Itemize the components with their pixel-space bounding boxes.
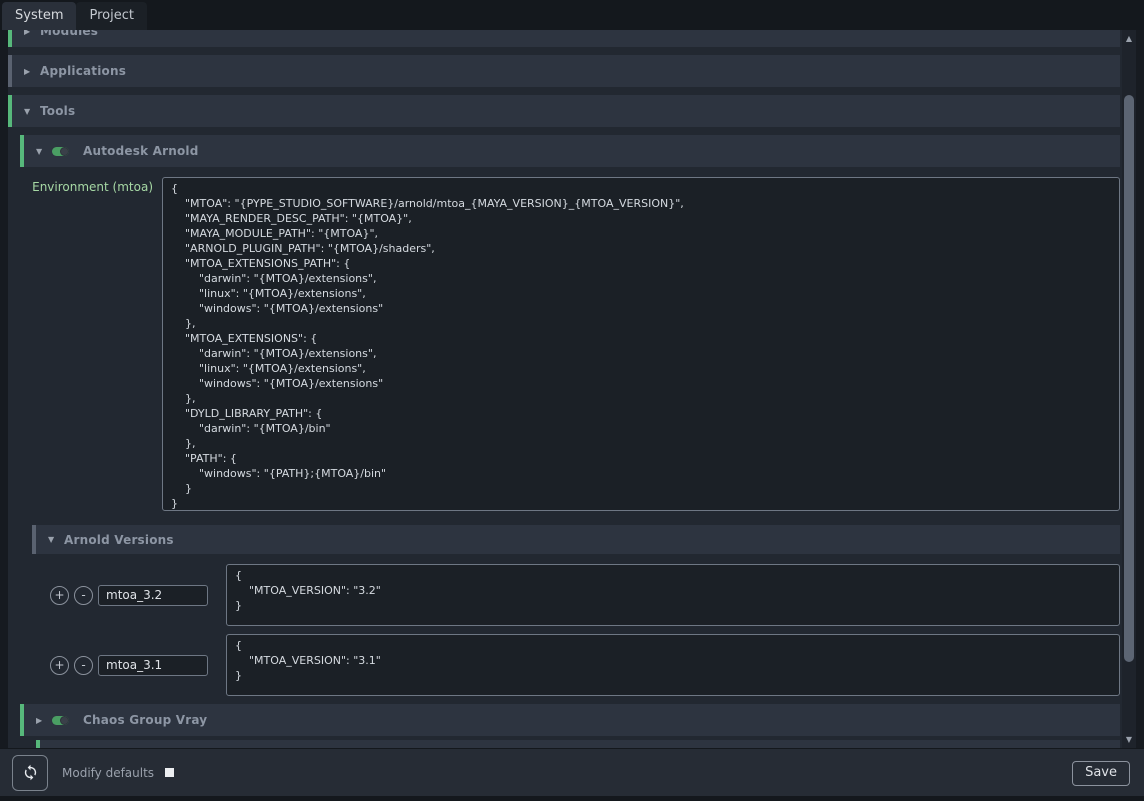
section-header-applications[interactable]: ▶ Applications xyxy=(8,55,1120,87)
section-header-clipped xyxy=(36,740,1120,748)
tab-project[interactable]: Project xyxy=(76,2,146,30)
chevron-down-icon: ▼ xyxy=(24,107,40,116)
remove-version-button[interactable]: - xyxy=(74,586,93,605)
section-title: Modules xyxy=(40,30,98,38)
arnold-enabled-toggle[interactable] xyxy=(52,147,69,156)
section-title: Applications xyxy=(40,64,126,78)
section-header-autodesk-arnold[interactable]: ▼ Autodesk Arnold xyxy=(20,135,1120,167)
chevron-down-icon: ▼ xyxy=(48,535,64,544)
section-header-tools[interactable]: ▼ Tools xyxy=(8,95,1120,127)
scrollbar-thumb[interactable] xyxy=(1124,95,1134,662)
chevron-right-icon: ▶ xyxy=(24,67,40,76)
section-title: Arnold Versions xyxy=(64,533,174,547)
chevron-down-icon: ▼ xyxy=(36,147,52,156)
environment-label: Environment (mtoa) xyxy=(20,177,162,511)
chevron-right-icon: ▶ xyxy=(36,716,52,725)
environment-row: Environment (mtoa) { "MTOA": "{PYPE_STUD… xyxy=(20,177,1120,511)
vertical-scrollbar[interactable]: ▲ ▼ xyxy=(1122,30,1136,748)
add-version-button[interactable]: + xyxy=(50,586,69,605)
section-header-modules[interactable]: ▶ Modules xyxy=(8,30,1120,47)
save-button[interactable]: Save xyxy=(1072,761,1130,786)
version-name-input[interactable] xyxy=(98,585,208,606)
section-title: Autodesk Arnold xyxy=(83,144,199,158)
refresh-icon xyxy=(22,764,39,781)
version-controls: + - xyxy=(50,634,226,696)
left-gutter xyxy=(0,30,8,748)
section-header-chaos-group-vray[interactable]: ▶ Chaos Group Vray xyxy=(20,704,1120,736)
modify-defaults-label: Modify defaults xyxy=(62,766,154,780)
version-row: + - { "MTOA_VERSION": "3.2" } xyxy=(50,564,1120,626)
scroll-up-arrow-icon[interactable]: ▲ xyxy=(1122,34,1136,43)
version-row: + - { "MTOA_VERSION": "3.1" } xyxy=(50,634,1120,696)
environment-json-textarea[interactable]: { "MTOA": "{PYPE_STUDIO_SOFTWARE}/arnold… xyxy=(162,177,1120,511)
toggle-knob xyxy=(60,716,69,725)
scroll-down-arrow-icon[interactable]: ▼ xyxy=(1122,735,1136,744)
section-title: Tools xyxy=(40,104,75,118)
tab-system[interactable]: System xyxy=(2,2,76,30)
chevron-right-icon: ▶ xyxy=(24,30,40,36)
version-json-textarea[interactable]: { "MTOA_VERSION": "3.1" } xyxy=(226,634,1120,696)
section-modules-clipped: ▶ Modules xyxy=(8,30,1120,47)
modify-defaults-checkbox[interactable] xyxy=(165,768,174,777)
add-version-button[interactable]: + xyxy=(50,656,69,675)
section-title: Chaos Group Vray xyxy=(83,713,207,727)
refresh-button[interactable] xyxy=(12,755,48,791)
settings-tab-bar: System Project xyxy=(0,0,1144,30)
version-name-input[interactable] xyxy=(98,655,208,676)
version-json-textarea[interactable]: { "MTOA_VERSION": "3.2" } xyxy=(226,564,1120,626)
section-header-arnold-versions[interactable]: ▼ Arnold Versions xyxy=(32,525,1120,554)
vray-enabled-toggle[interactable] xyxy=(52,716,69,725)
window-bottom-edge xyxy=(0,796,1144,801)
toggle-knob xyxy=(60,147,69,156)
footer-bar: Modify defaults Save xyxy=(0,748,1144,796)
version-controls: + - xyxy=(50,564,226,626)
remove-version-button[interactable]: - xyxy=(74,656,93,675)
settings-scroll-area: ▶ Modules ▶ Applications ▼ Tools ▼ Autod… xyxy=(0,30,1122,748)
